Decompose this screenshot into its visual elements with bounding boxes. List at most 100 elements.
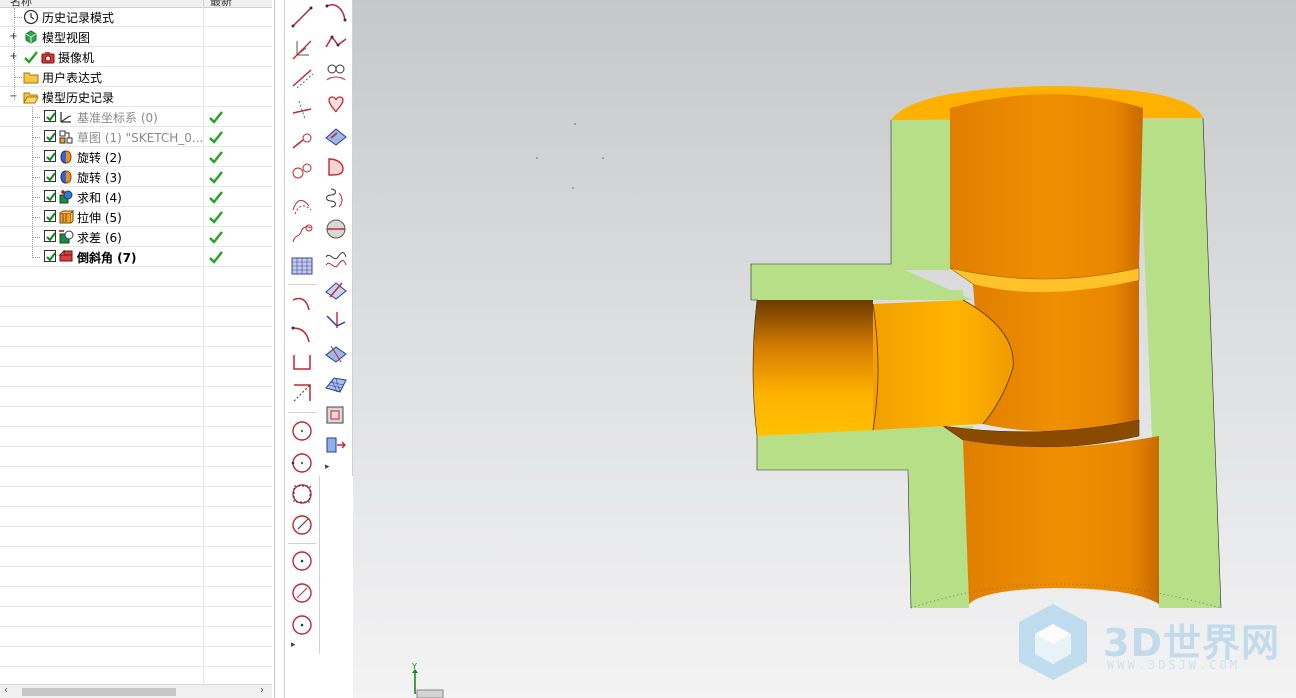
horizontal-scrollbar[interactable]: ‹ › (0, 684, 272, 698)
feature-label: 旋转 (2) (77, 151, 122, 165)
section-view-icon[interactable] (323, 402, 349, 428)
tree-node-label: 模型历史记录 (42, 91, 115, 105)
tree-node-cameras[interactable]: + 摄像机 (0, 47, 272, 67)
feature-visibility-checkbox[interactable] (44, 130, 56, 142)
surface-face-icon[interactable] (323, 123, 349, 149)
feature-row-unite[interactable]: 求和 (4) (0, 187, 272, 207)
rectangle-corner-icon[interactable] (289, 350, 315, 376)
tree-node-user-expressions[interactable]: 用户表达式 (0, 67, 272, 87)
feature-row-datum-csys[interactable]: 基准坐标系 (0) (0, 107, 272, 127)
surface-toolbar: ▸ (319, 0, 353, 476)
panel-splitter[interactable] (275, 0, 284, 698)
tee-pipe-section-model[interactable] (353, 0, 1296, 698)
circle-3pt-icon[interactable] (289, 450, 315, 476)
line-tangent-icon[interactable] (289, 64, 315, 90)
empty-row (0, 527, 272, 547)
empty-row (0, 507, 272, 527)
toolbar-overflow-button[interactable]: ▸ (325, 462, 330, 472)
plane-grid-icon[interactable] (289, 253, 315, 279)
view-triad[interactable]: Y (405, 662, 445, 698)
point-icon[interactable] (289, 548, 315, 574)
feature-row-extrude[interactable]: 拉伸 (5) (0, 207, 272, 227)
watermark-logo: 3D世界网 WWW.3DSJW.COM (1013, 600, 1283, 690)
tree-node-label: 模型视图 (42, 31, 91, 45)
curve-offset-icon[interactable] (289, 190, 315, 216)
empty-row (0, 287, 272, 307)
boundary-face-icon[interactable] (323, 154, 349, 180)
revolve-icon (60, 170, 72, 184)
curve-bridge-icon[interactable] (289, 220, 315, 246)
rectangle-diagonal-icon[interactable] (289, 380, 315, 406)
line-icon[interactable] (289, 4, 315, 30)
arc-end-icon[interactable] (323, 0, 349, 26)
circle-edit-icon[interactable] (289, 512, 315, 538)
empty-row (0, 467, 272, 487)
toolbar-filler (284, 654, 353, 698)
wave-curve-icon[interactable] (323, 247, 349, 273)
tree-node-model-views[interactable]: + 模型视图 (0, 27, 272, 47)
revolve-icon (60, 150, 72, 164)
scroll-right-arrow[interactable]: › (260, 685, 264, 696)
empty-row (0, 607, 272, 627)
empty-row (0, 267, 272, 287)
sphere-section-icon[interactable] (323, 216, 349, 242)
feature-row-sketch[interactable]: 草图 (1) "SKETCH_0... (0, 127, 272, 147)
point-center-icon[interactable] (289, 612, 315, 638)
toolbar-overflow-button[interactable]: ▸ (291, 640, 296, 650)
part-navigator: 名称 最新 历史记录模式 + 模型视图 + 摄像机 用户表达式 − 模型历史记录 (0, 0, 275, 698)
main-bore-upper (950, 94, 1143, 279)
feature-visibility-checkbox[interactable] (44, 110, 56, 122)
empty-row (0, 327, 272, 347)
empty-row (0, 307, 272, 327)
feature-row-chamfer[interactable]: 倒斜角 (7) (0, 247, 272, 267)
cylinder-arrow-icon[interactable] (323, 432, 349, 458)
feature-label: 倒斜角 (7) (77, 251, 137, 265)
datum-axis-icon[interactable] (289, 35, 315, 61)
feature-row-revolve-2[interactable]: 旋转 (2) (0, 147, 272, 167)
tree-node-model-history[interactable]: − 模型历史记录 (0, 87, 272, 107)
up-to-date-icon (208, 129, 224, 145)
feature-visibility-checkbox[interactable] (44, 230, 56, 242)
collapse-toggle[interactable]: − (9, 92, 18, 102)
feature-row-subtract[interactable]: 求差 (6) (0, 227, 272, 247)
feature-visibility-checkbox[interactable] (44, 250, 56, 262)
clock-icon (23, 9, 39, 25)
text-curve-icon[interactable] (323, 60, 349, 86)
project-curve-icon[interactable] (323, 308, 349, 334)
circle-center-icon[interactable] (289, 418, 315, 444)
arc-point-icon[interactable] (289, 126, 315, 152)
feature-visibility-checkbox[interactable] (44, 150, 56, 162)
feature-label: 旋转 (3) (77, 171, 122, 185)
expand-toggle[interactable]: + (9, 32, 18, 42)
line-perpendicular-icon[interactable] (289, 97, 315, 123)
scroll-left-arrow[interactable]: ‹ (4, 685, 8, 696)
feature-visibility-checkbox[interactable] (44, 170, 56, 182)
feature-label: 求差 (6) (77, 231, 122, 245)
feature-label: 基准坐标系 (0) (77, 111, 158, 125)
point-on-curve-icon[interactable] (289, 580, 315, 606)
tree-node-label: 历史记录模式 (42, 11, 115, 25)
tree-node-history-mode[interactable]: 历史记录模式 (0, 7, 272, 27)
plane-intersect-icon[interactable] (323, 340, 349, 366)
mesh-surface-icon[interactable] (323, 370, 349, 396)
empty-row (0, 347, 272, 367)
up-to-date-icon (208, 169, 224, 185)
arc-3pt-icon[interactable] (289, 320, 315, 346)
arc-icon[interactable] (289, 290, 315, 316)
feature-row-revolve-3[interactable]: 旋转 (3) (0, 167, 272, 187)
heart-shape-icon[interactable] (323, 92, 349, 118)
circle-tangent-icon[interactable] (289, 158, 315, 184)
empty-row (0, 647, 272, 667)
empty-row (0, 587, 272, 607)
checkmark-icon (24, 51, 38, 64)
cube-logo-icon (1019, 604, 1087, 680)
polyline-icon[interactable] (323, 29, 349, 55)
feature-visibility-checkbox[interactable] (44, 210, 56, 222)
expand-toggle[interactable]: + (9, 52, 18, 62)
scrollbar-thumb[interactable] (22, 688, 176, 696)
feature-visibility-checkbox[interactable] (44, 190, 56, 202)
circle-square-icon[interactable] (289, 481, 315, 507)
graphics-viewport[interactable]: 3D世界网 WWW.3DSJW.COM Y (353, 0, 1296, 698)
helix-curve-icon[interactable] (323, 185, 349, 211)
trim-surface-icon[interactable] (323, 277, 349, 303)
